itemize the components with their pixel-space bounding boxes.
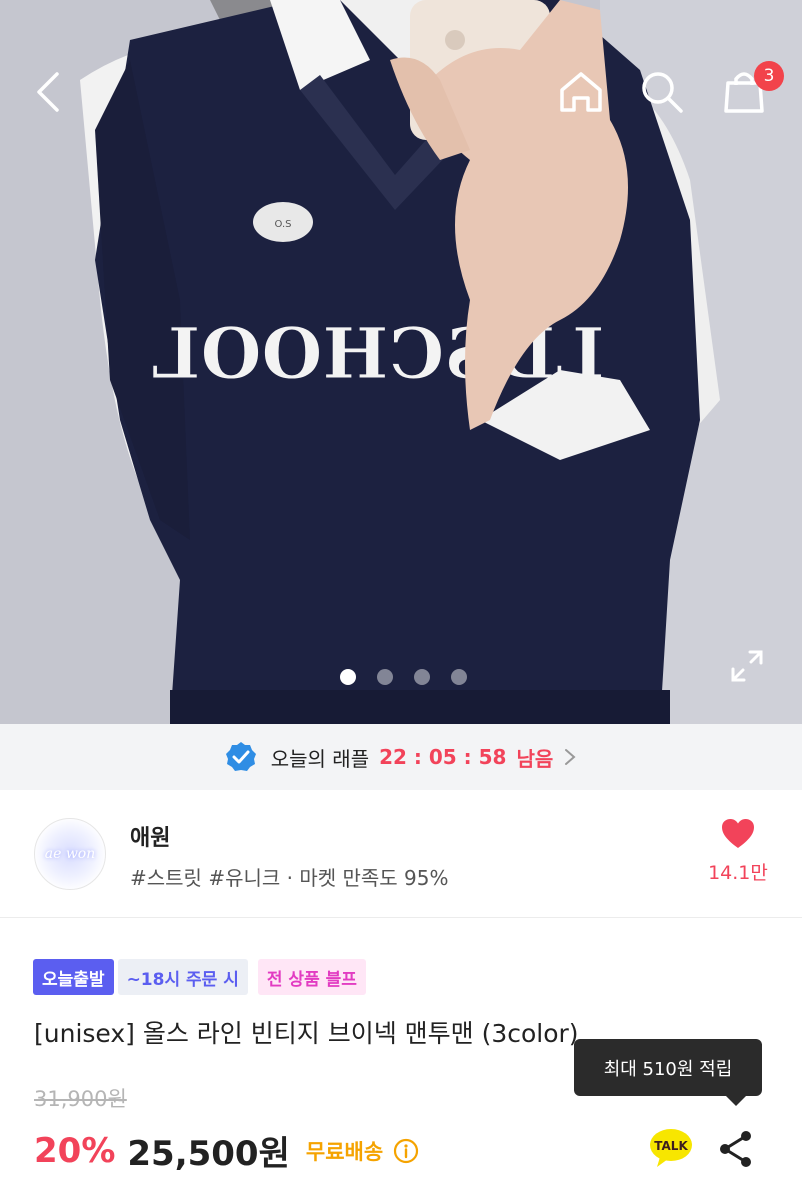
heart-icon	[722, 819, 754, 848]
kakao-talk-button[interactable]: TALK	[648, 1126, 694, 1170]
chevron-left-icon	[37, 72, 59, 112]
carousel-dot[interactable]	[377, 669, 393, 685]
shop-avatar[interactable]: ae won	[34, 818, 106, 890]
search-icon	[642, 72, 683, 113]
kakao-talk-icon: TALK	[650, 1129, 692, 1167]
today-departure-badge: 오늘출발	[33, 959, 114, 995]
fullscreen-button[interactable]	[724, 643, 770, 689]
home-button[interactable]	[553, 62, 609, 122]
shop-tags: #스트릿 #유니크 · 마켓 만족도 95%	[130, 866, 449, 890]
svg-text:O.S: O.S	[275, 219, 292, 230]
product-title: [unisex] 올스 라인 빈티지 브이넥 맨투맨 (3color)	[34, 1019, 579, 1048]
svg-text:TALK: TALK	[654, 1139, 688, 1153]
carousel-dot[interactable]	[451, 669, 467, 685]
product-image-carousel[interactable]: O.S LDSCHOOL 1987 3	[0, 0, 802, 724]
price-row: 20% 25,500원 무료배송	[34, 1126, 419, 1175]
shipping-info-button[interactable]	[393, 1138, 419, 1164]
raffle-countdown: 22 : 05 : 58	[379, 745, 507, 769]
original-price: 31,900원	[34, 1087, 127, 1111]
shop-info: ae won 애원 #스트릿 #유니크 · 마켓 만족도 95% 14.1만	[0, 790, 802, 918]
carousel-dot[interactable]	[340, 669, 356, 685]
carousel-dot[interactable]	[414, 669, 430, 685]
info-icon	[394, 1138, 419, 1163]
black-friday-badge: 전 상품 블프	[257, 959, 366, 995]
home-icon	[560, 72, 602, 112]
discount-rate: 20%	[34, 1130, 116, 1171]
raffle-remaining-label: 남음	[516, 746, 554, 771]
expand-icon	[731, 650, 763, 682]
like-button[interactable]: 14.1만	[700, 818, 776, 890]
share-icon	[720, 1131, 751, 1167]
search-button[interactable]	[634, 62, 690, 122]
free-shipping-label: 무료배송	[305, 1139, 384, 1164]
shop-avatar-logo: ae won	[44, 846, 96, 862]
order-cutoff-badge: ~18시 주문 시	[117, 959, 248, 995]
raffle-label: 오늘의 래플	[270, 746, 370, 771]
product-badges: 오늘출발 ~18시 주문 시 전 상품 블프	[33, 959, 366, 995]
daily-raffle-banner[interactable]: 오늘의 래플 22 : 05 : 58 남음	[0, 724, 802, 790]
verified-badge-icon	[225, 742, 256, 771]
sale-price: 25,500원	[127, 1134, 290, 1174]
back-button[interactable]	[20, 62, 76, 122]
share-button[interactable]	[714, 1126, 758, 1172]
shop-name[interactable]: 애원	[130, 820, 170, 852]
points-tooltip: 최대 510원 적립	[574, 1039, 762, 1106]
carousel-indicator	[340, 669, 467, 685]
cart-count-badge: 3	[754, 61, 784, 91]
chevron-right-icon	[565, 749, 576, 765]
like-count: 14.1만	[708, 862, 768, 884]
